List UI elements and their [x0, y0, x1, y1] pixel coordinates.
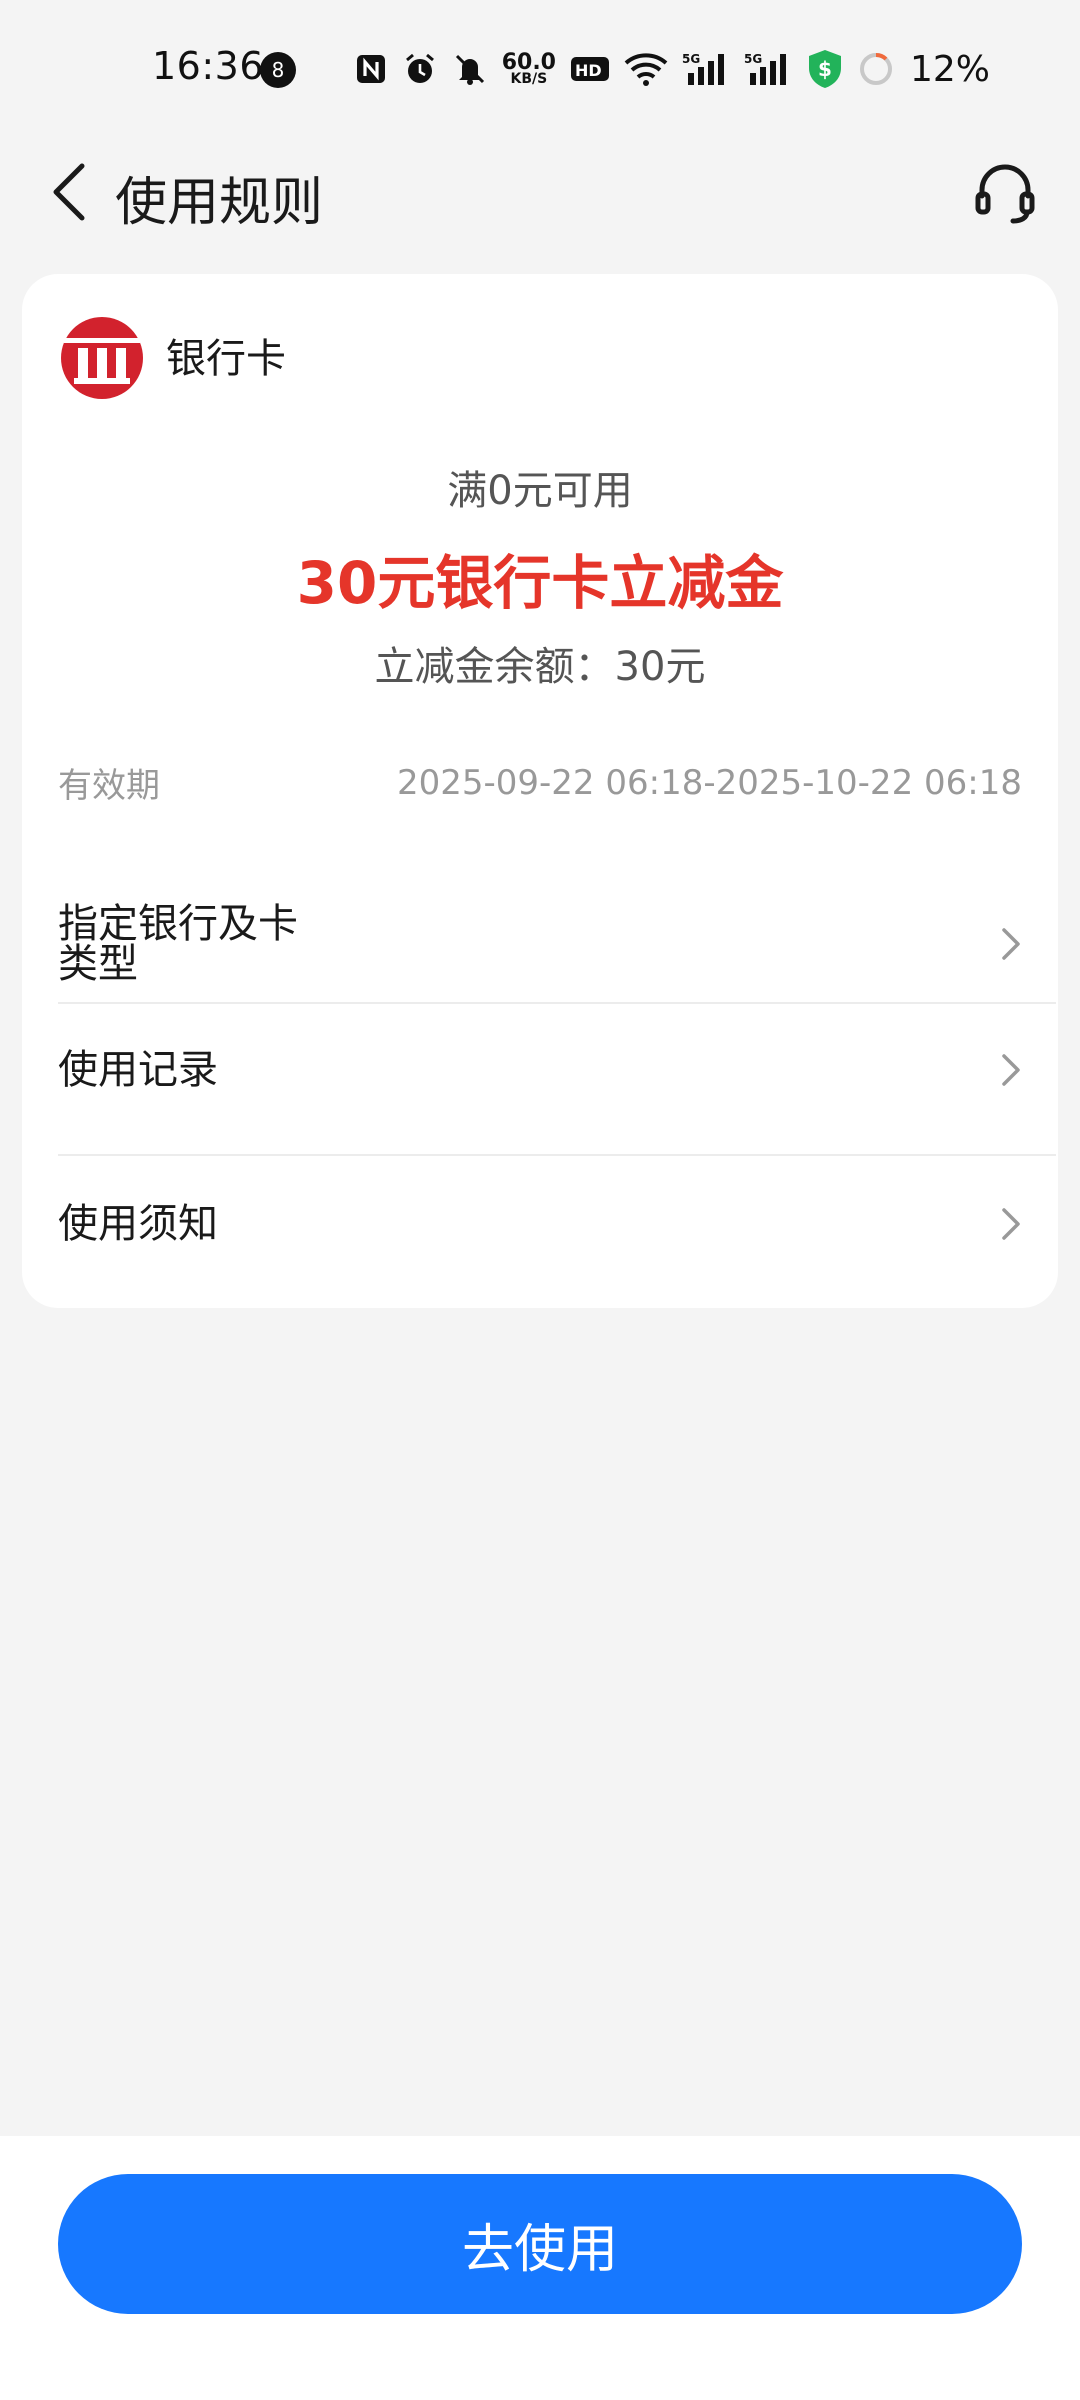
list-item-bank-card-type[interactable]: 指定银行及卡类型 [58, 894, 1056, 994]
bank-header: 银行卡 [60, 310, 286, 400]
mute-icon [452, 51, 488, 87]
security-shield-icon: $ [806, 48, 844, 90]
net-speed-indicator: 60.0 KB/S [501, 49, 556, 87]
battery-percent: 12% [909, 48, 990, 90]
list-item-label: 指定银行及卡类型 [58, 901, 298, 987]
wifi-icon [624, 51, 668, 87]
headset-icon [975, 164, 1035, 224]
validity-label: 有效期 [58, 766, 160, 806]
chevron-left-icon [53, 163, 85, 221]
nfc-icon [354, 52, 388, 86]
list-item-label: 使用记录 [58, 1047, 218, 1093]
signal-5g-icon: 5G [682, 51, 730, 87]
status-time: 16:36 [152, 44, 265, 88]
svg-text:5G: 5G [744, 52, 762, 66]
divider [58, 1154, 1056, 1156]
svg-text:5G: 5G [682, 52, 700, 66]
signal-5g-icon: 5G [744, 51, 792, 87]
chevron-right-icon [1002, 1208, 1020, 1240]
hd-icon: HD [570, 54, 610, 84]
list-item-label: 使用须知 [58, 1201, 218, 1247]
net-speed-unit: KB/S [510, 70, 548, 87]
svg-text:$: $ [818, 57, 832, 81]
page-title: 使用规则 [115, 173, 324, 233]
bottom-action-bar: 去使用 [0, 2136, 1080, 2400]
svg-text:HD: HD [575, 61, 602, 80]
coupon-card: 银行卡 满0元可用 30元银行卡立减金 立减金余额：30元 有效期 2025-0… [22, 274, 1058, 1308]
battery-ring-icon [858, 51, 894, 87]
chevron-right-icon [1002, 1054, 1020, 1086]
alarm-icon [402, 51, 438, 87]
back-button[interactable] [30, 152, 110, 232]
status-icons: 60.0 KB/S HD 5G 5G $ 12% [354, 46, 990, 92]
customer-service-button[interactable] [960, 148, 1050, 238]
bank-name: 银行卡 [166, 336, 286, 382]
status-bar: 16:36 8 60.0 KB/S HD 5G 5G $ 12% [0, 0, 1080, 140]
net-speed-value: 60.0 [501, 49, 556, 75]
validity-value: 2025-09-22 06:18-2025-10-22 06:18 [396, 762, 1022, 803]
chevron-right-icon [1002, 928, 1020, 960]
coupon-condition: 满0元可用 [447, 468, 633, 514]
divider [58, 1002, 1056, 1004]
coupon-title: 30元银行卡立减金 [296, 549, 784, 617]
list-item-usage-record[interactable]: 使用记录 [58, 1020, 1056, 1120]
use-now-button[interactable]: 去使用 [58, 2174, 1022, 2314]
bank-logo-icon [61, 317, 143, 399]
validity-row: 有效期 2025-09-22 06:18-2025-10-22 06:18 [58, 758, 1022, 807]
coupon-balance: 立减金余额：30元 [374, 644, 706, 690]
notification-count-badge: 8 [260, 52, 296, 88]
top-navigation-bar: 使用规则 [0, 140, 1080, 260]
list-item-usage-notes[interactable]: 使用须知 [58, 1174, 1056, 1274]
